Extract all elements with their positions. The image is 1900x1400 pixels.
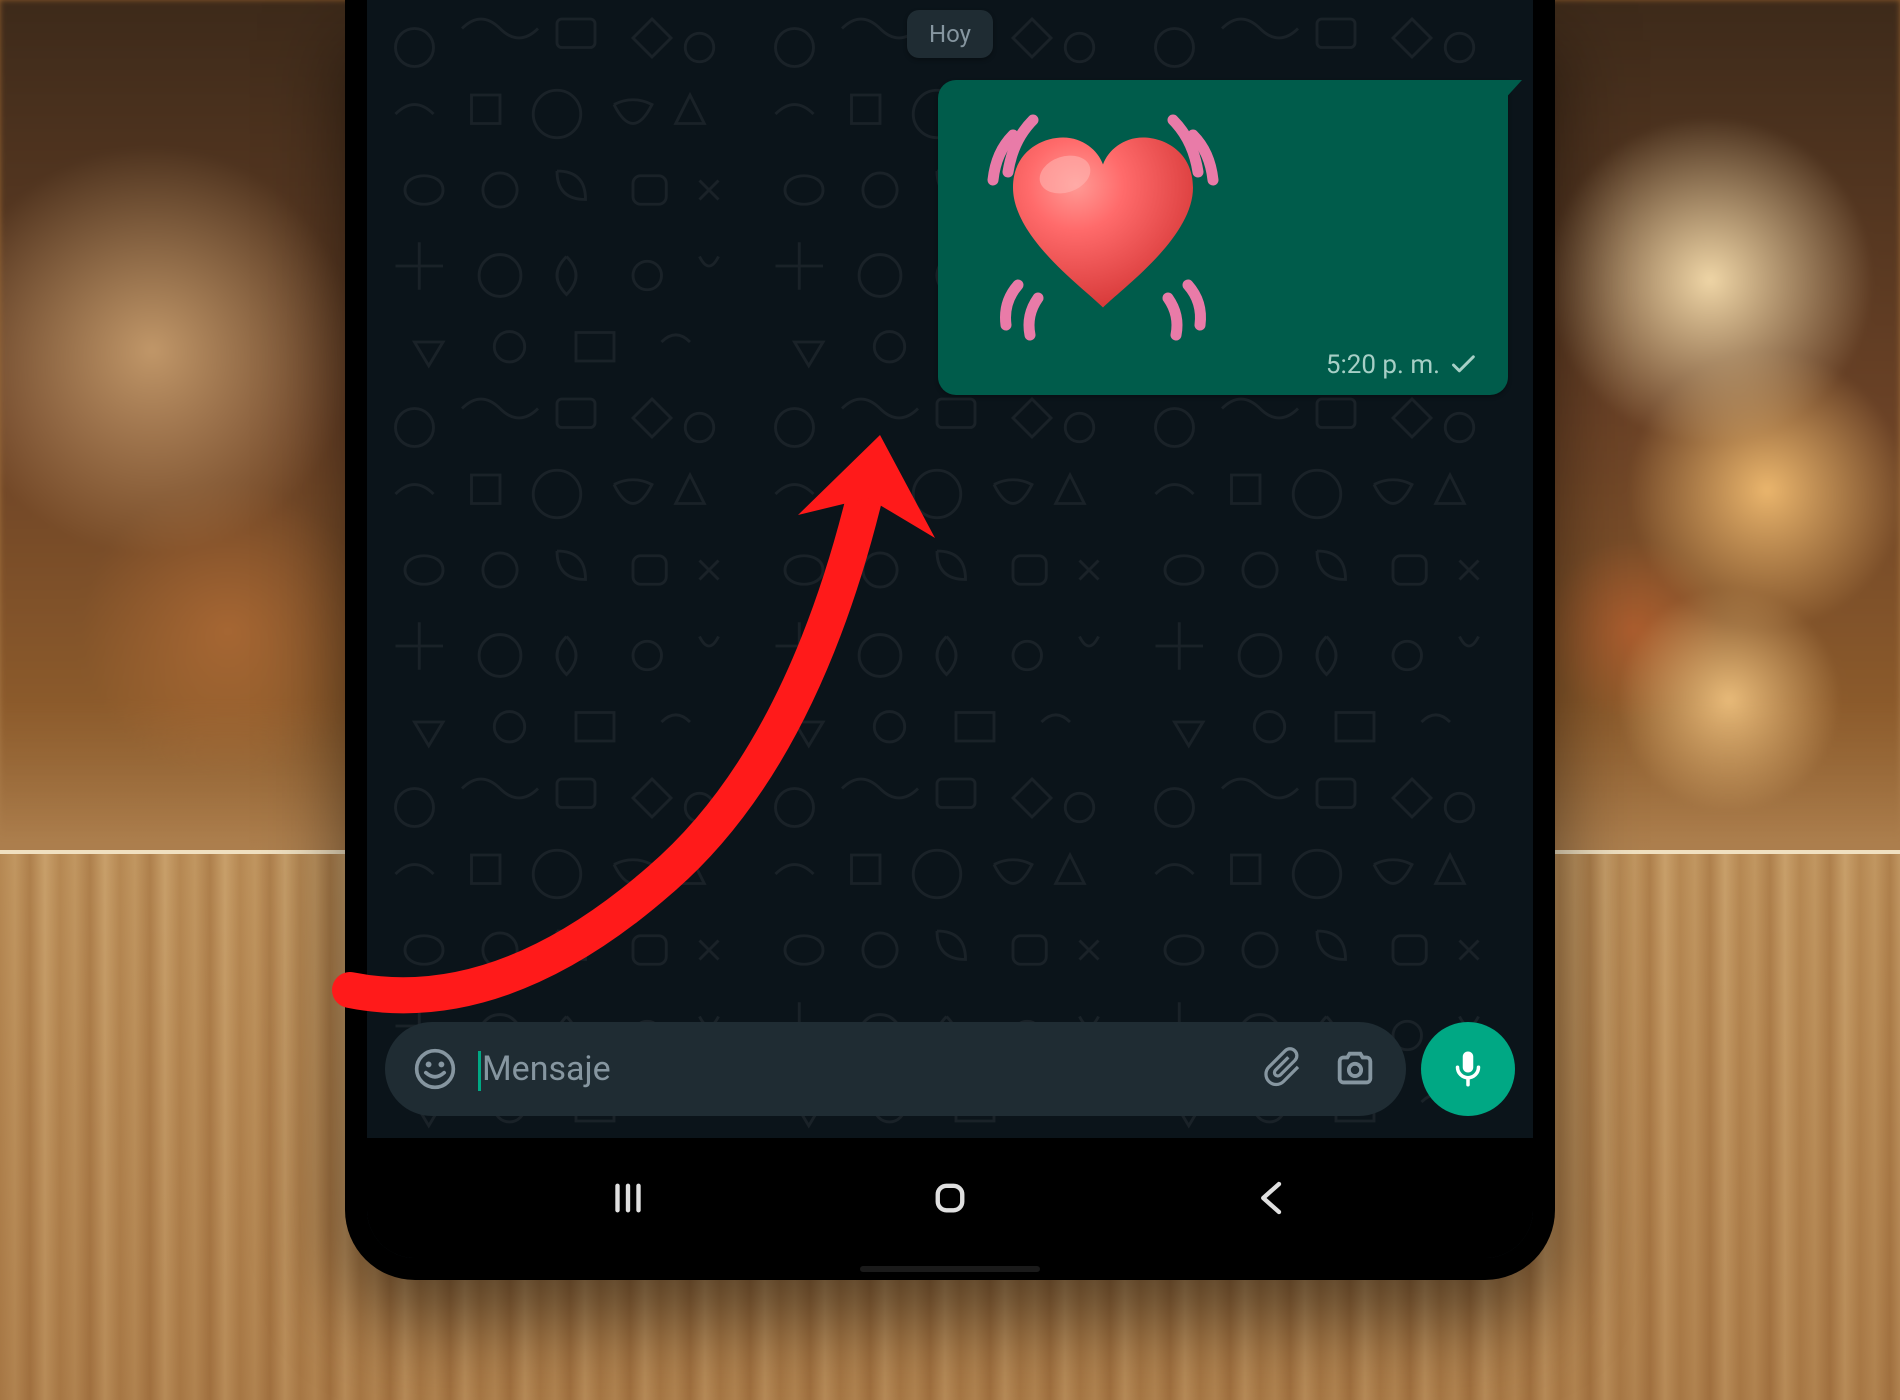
chat-content-area: Hoy bbox=[367, 0, 1533, 1258]
input-placeholder: Mensaje bbox=[482, 1049, 611, 1089]
outgoing-message-bubble[interactable]: 5:20 p. m. bbox=[938, 80, 1508, 395]
date-separator: Hoy bbox=[907, 10, 993, 58]
message-status-check-icon bbox=[1450, 354, 1478, 376]
nav-back-icon[interactable] bbox=[1251, 1177, 1293, 1219]
nav-home-icon[interactable] bbox=[929, 1177, 971, 1219]
message-timestamp: 5:20 p. m. bbox=[1326, 350, 1440, 380]
phone-screen: Hoy bbox=[367, 0, 1533, 1258]
camera-icon[interactable] bbox=[1332, 1046, 1378, 1092]
voice-message-button[interactable] bbox=[1421, 1022, 1515, 1116]
input-container: Mensaje bbox=[385, 1022, 1406, 1116]
microphone-icon bbox=[1447, 1048, 1489, 1090]
attachment-paperclip-icon[interactable] bbox=[1263, 1047, 1307, 1091]
beating-heart-emoji bbox=[978, 110, 1228, 340]
text-cursor bbox=[478, 1051, 481, 1091]
phone-frame: Hoy bbox=[345, 0, 1555, 1280]
nav-recents-icon[interactable] bbox=[607, 1177, 649, 1219]
android-nav-bar bbox=[367, 1138, 1533, 1258]
message-input[interactable]: Mensaje bbox=[482, 1049, 1238, 1089]
heart-icon bbox=[1003, 133, 1203, 318]
emoji-picker-icon[interactable] bbox=[413, 1047, 457, 1091]
date-label: Hoy bbox=[929, 20, 971, 48]
message-input-bar: Mensaje bbox=[385, 1022, 1515, 1116]
